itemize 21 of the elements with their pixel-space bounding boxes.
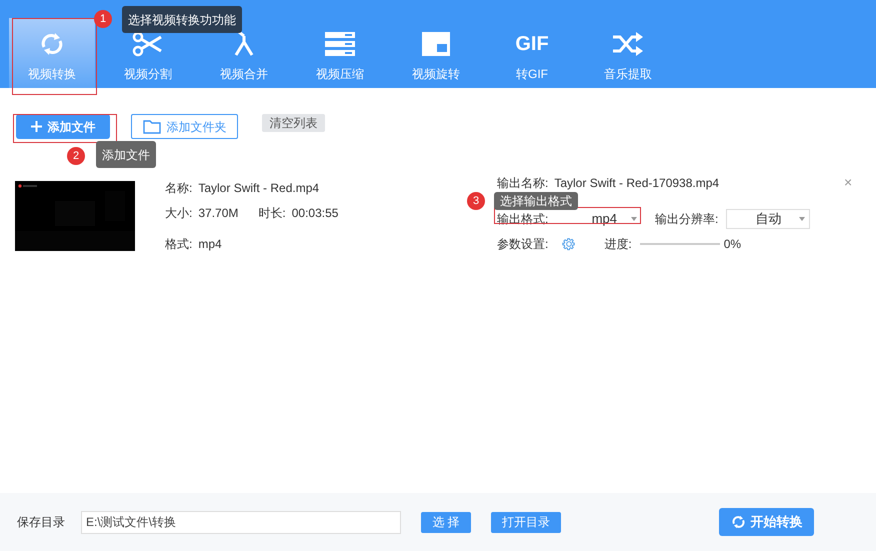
- size-label: 大小:: [165, 205, 192, 222]
- format-label: 格式:: [165, 236, 192, 253]
- duration-label: 时长:: [258, 205, 286, 222]
- name-label: 名称:: [165, 180, 192, 197]
- output-name-label: 输出名称:: [497, 175, 548, 192]
- step-badge: 3: [467, 192, 485, 210]
- step-badge: 2: [67, 147, 85, 165]
- duration-value: 00:03:55: [292, 205, 338, 222]
- name-value: Taylor Swift - Red.mp4: [198, 180, 320, 197]
- size-value: 37.70M: [198, 205, 238, 222]
- progress-label: 进度:: [604, 236, 632, 253]
- resolution-label: 输出分辨率:: [655, 211, 718, 228]
- tooltip: 添加文件: [96, 141, 156, 168]
- gif-icon: GIF: [515, 30, 549, 58]
- tooltip: 选择视频转换功功能: [122, 6, 242, 33]
- format-value: mp4: [198, 236, 222, 253]
- save-directory-label: 保存目录: [17, 514, 65, 531]
- tooltip: 选择输出格式: [494, 192, 578, 210]
- output-name-value: Taylor Swift - Red-170938.mp4: [554, 175, 720, 192]
- params-label: 参数设置:: [497, 236, 548, 253]
- progress-text: 0%: [724, 236, 742, 253]
